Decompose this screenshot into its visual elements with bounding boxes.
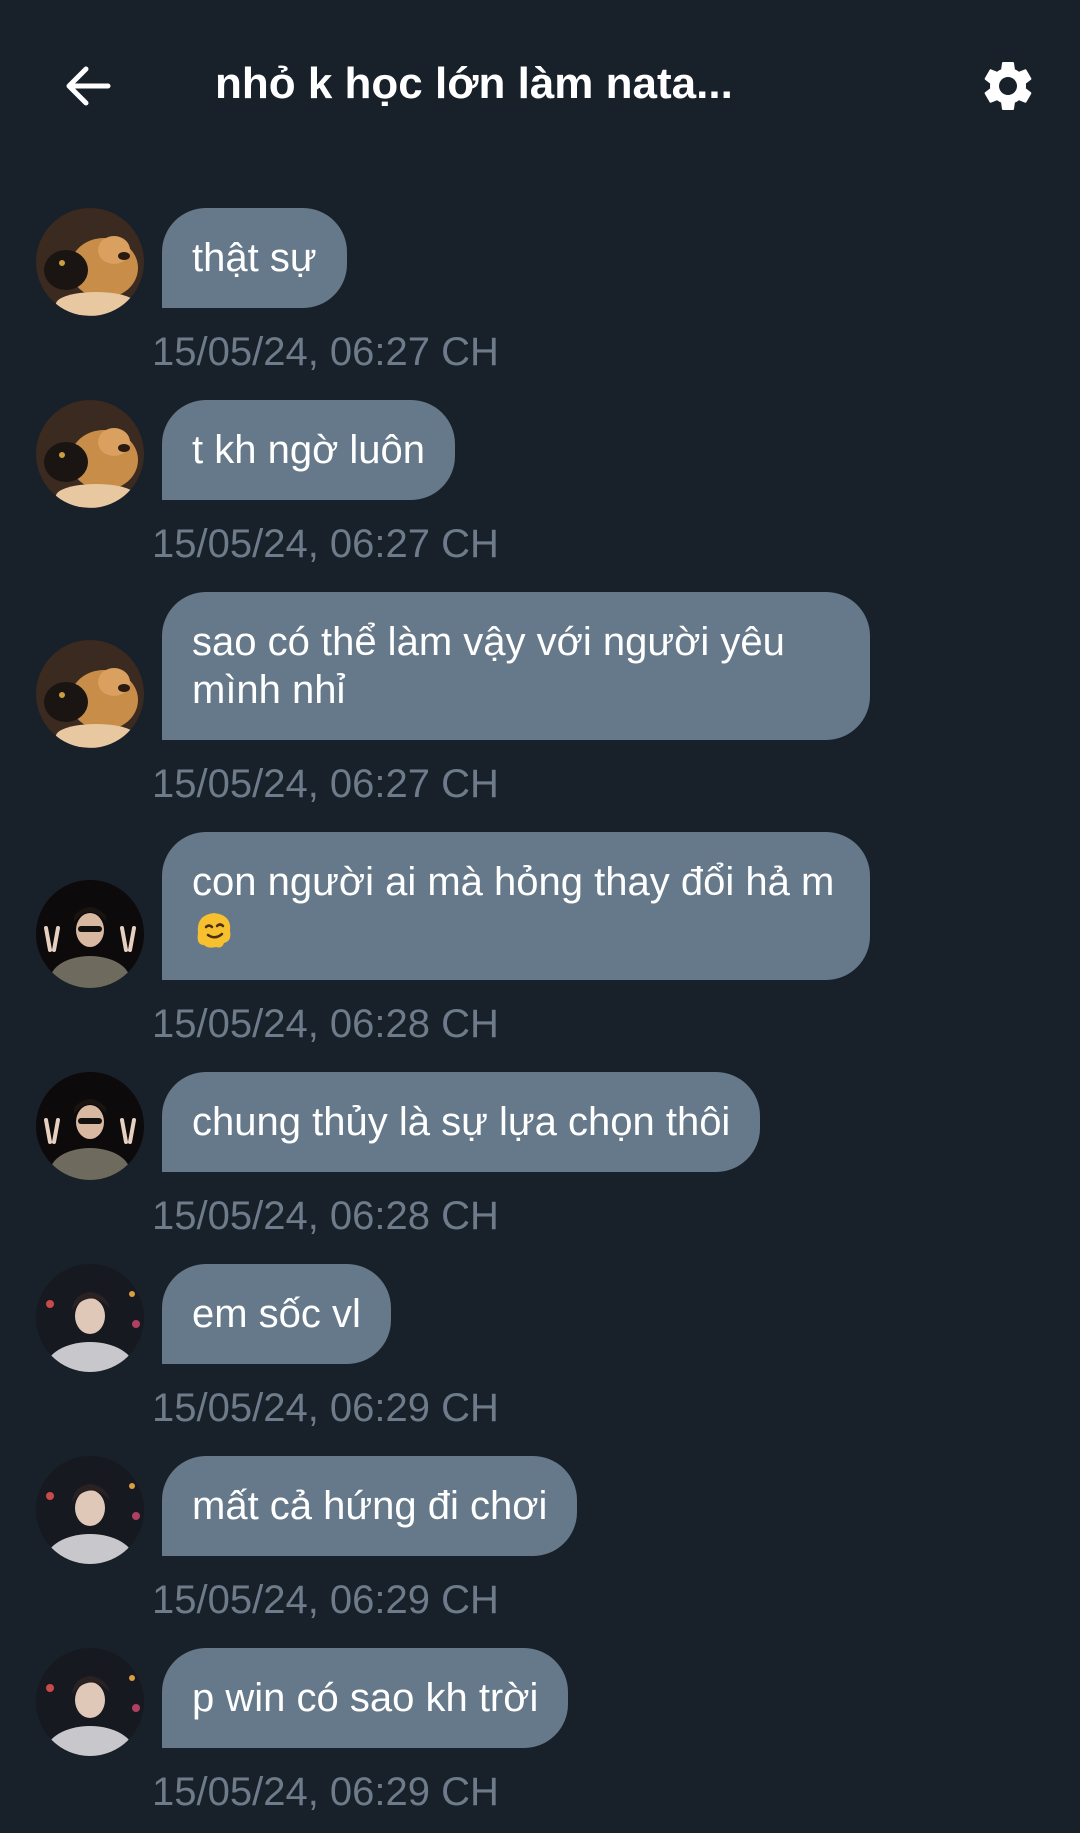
message-timestamp: 15/05/24, 06:29 CH: [152, 1578, 499, 1622]
message-bubble[interactable]: con người ai mà hỏng thay đổi hả m: [162, 832, 870, 980]
message-timestamp: 15/05/24, 06:27 CH: [152, 522, 499, 566]
message-timestamp: 15/05/24, 06:27 CH: [152, 762, 499, 806]
message-bubble[interactable]: mất cả hứng đi chơi: [162, 1456, 578, 1556]
peace-sign-avatar[interactable]: [36, 1072, 144, 1180]
dog-cat-avatar[interactable]: [36, 208, 144, 316]
message-bubble[interactable]: p win có sao kh trời: [162, 1648, 569, 1748]
dog-cat-avatar[interactable]: [36, 640, 144, 748]
night-portrait-avatar[interactable]: [36, 1648, 144, 1756]
message-timestamp: 15/05/24, 06:28 CH: [152, 1194, 499, 1238]
message-timestamp: 15/05/24, 06:29 CH: [152, 1386, 499, 1430]
message-timestamp: 15/05/24, 06:29 CH: [152, 1770, 499, 1814]
night-portrait-avatar[interactable]: [36, 1456, 144, 1564]
message-bubble[interactable]: t kh ngờ luôn: [162, 400, 456, 500]
message-bubble[interactable]: thật sự: [162, 208, 347, 308]
message-timestamp: 15/05/24, 06:27 CH: [152, 330, 499, 374]
night-portrait-avatar[interactable]: [36, 1264, 144, 1372]
message-list[interactable]: thật sự 15/05/24, 06:27 CH t kh ngờ luôn…: [0, 0, 1080, 1833]
message-bubble[interactable]: em sốc vl: [162, 1264, 391, 1364]
dog-cat-avatar[interactable]: [36, 400, 144, 508]
message-text: con người ai mà hỏng thay đổi hả m: [192, 860, 835, 904]
message-bubble[interactable]: chung thủy là sự lựa chọn thôi: [162, 1072, 761, 1172]
melting-face-emoji: [197, 913, 231, 948]
peace-sign-avatar[interactable]: [36, 880, 144, 988]
message-timestamp: 15/05/24, 06:28 CH: [152, 1002, 499, 1046]
message-bubble[interactable]: sao có thể làm vậy với người yêu mình nh…: [162, 592, 870, 740]
